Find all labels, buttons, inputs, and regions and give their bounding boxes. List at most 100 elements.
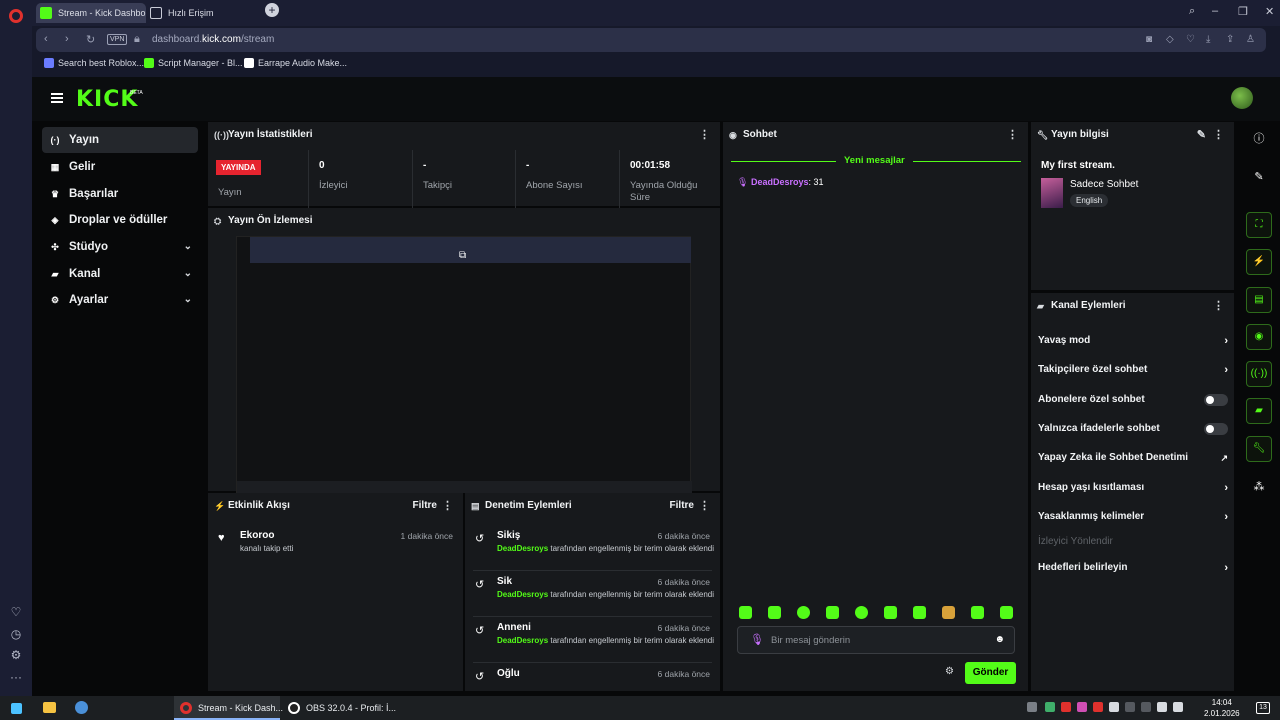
moderation-user[interactable]: DeadDesroys <box>497 590 548 599</box>
category-thumbnail[interactable] <box>1041 178 1063 208</box>
send-button[interactable]: Gönder <box>965 662 1016 684</box>
action-ai-moderation[interactable]: Yapay Zeka ile Sohbet Denetimi ↗ <box>1038 447 1228 469</box>
tab-kick-dashboard[interactable]: Stream - Kick Dashbo <box>36 3 146 23</box>
emote-icon[interactable] <box>797 606 810 619</box>
emote-icon[interactable] <box>942 606 955 619</box>
bookmark-item[interactable]: Search best Roblox... <box>44 58 144 68</box>
new-tab-button[interactable]: + <box>265 3 279 17</box>
heart-icon[interactable]: ♡ <box>9 605 23 619</box>
nav-item-achievements[interactable]: ♛ Başarılar <box>42 181 198 207</box>
settings-icon[interactable]: ⚙ <box>9 648 23 662</box>
edit-icon[interactable]: ✎ <box>1197 122 1206 148</box>
chat-username[interactable]: DeadDesroys <box>751 177 809 187</box>
undo-icon[interactable]: ↺ <box>475 578 484 591</box>
moderation-toggle-button[interactable]: ▤ <box>1246 287 1272 313</box>
emote-icon[interactable] <box>971 606 984 619</box>
more-options-icon[interactable]: ⋮ <box>1213 122 1224 148</box>
emote-icon[interactable] <box>855 606 868 619</box>
tray-icon[interactable] <box>1141 702 1151 712</box>
bookmark-item[interactable]: Earrape Audio Make... <box>244 58 347 68</box>
mic-icon[interactable]: 🎙︎ <box>750 633 764 646</box>
undo-icon[interactable]: ↺ <box>475 670 484 683</box>
tray-icon[interactable] <box>1077 702 1087 712</box>
activity-toggle-button[interactable]: ⚡ <box>1246 249 1272 275</box>
emote-icon[interactable] <box>913 606 926 619</box>
volume-icon[interactable] <box>1173 702 1183 712</box>
more-icon[interactable]: ··· <box>9 670 23 684</box>
chat-settings-icon[interactable]: ⚙ <box>945 666 954 677</box>
minimize-button[interactable]: – <box>1212 5 1218 17</box>
stream-info-toggle-button[interactable]: 🔧︎ <box>1246 436 1272 462</box>
forward-icon[interactable]: › <box>65 33 69 45</box>
more-options-icon[interactable]: ⋮ <box>699 493 710 519</box>
lock-icon[interactable]: 🔒︎ <box>134 33 140 46</box>
pencil-icon[interactable]: ✎ <box>1246 164 1272 190</box>
filter-button[interactable]: Filtre <box>670 493 694 519</box>
taskbar-app-opera[interactable]: Stream - Kick Dash... <box>174 696 283 720</box>
back-icon[interactable]: ‹ <box>44 33 48 45</box>
emote-icon[interactable] <box>1000 606 1013 619</box>
search-icon[interactable]: ⌕ <box>1189 5 1195 18</box>
nav-item-revenue[interactable]: ▦ Gelir <box>42 154 198 180</box>
emote-icon[interactable] <box>826 606 839 619</box>
action-account-age[interactable]: Hesap yaşı kısıtlaması › <box>1038 477 1228 499</box>
tab-quick-access[interactable]: Hızlı Erişim <box>146 3 256 23</box>
preview-toggle-button[interactable]: ⛶ <box>1246 212 1272 238</box>
emote-icon[interactable] <box>739 606 752 619</box>
filter-button[interactable]: Filtre <box>413 493 437 519</box>
share-icon[interactable]: ⇪ <box>1226 34 1234 45</box>
emoji-icon[interactable]: ☻ <box>994 634 1005 645</box>
url-field[interactable]: dashboard.kick.com/stream <box>152 34 274 45</box>
subscribers-only-toggle[interactable] <box>1204 394 1228 406</box>
activity-user[interactable]: Ekoroo <box>240 530 274 541</box>
popout-icon[interactable]: ⧉ <box>459 250 466 261</box>
chat-input[interactable]: 🎙︎ Bir mesaj gönderin ☻ <box>737 626 1015 654</box>
more-options-icon[interactable]: ⋮ <box>1007 122 1018 148</box>
moderation-user[interactable]: DeadDesroys <box>497 636 548 645</box>
bookmark-item[interactable]: Script Manager - Bl... <box>144 58 243 68</box>
shield-icon[interactable]: ◇ <box>1166 34 1174 45</box>
channel-actions-toggle-button[interactable]: ▰ <box>1246 398 1272 424</box>
notification-badge[interactable]: 13 <box>1256 702 1270 714</box>
nav-item-settings[interactable]: ⚙ Ayarlar ⌄ <box>42 287 198 313</box>
nav-item-channel[interactable]: ▰ Kanal ⌄ <box>42 261 198 287</box>
heart-icon[interactable]: ♡ <box>1186 34 1195 45</box>
action-followers-only[interactable]: Takipçilere özel sohbet › <box>1038 359 1228 381</box>
more-options-icon[interactable]: ⋮ <box>1213 293 1224 319</box>
history-icon[interactable]: ◷ <box>9 627 23 641</box>
layout-icon[interactable]: ⁂ <box>1246 474 1272 500</box>
tray-icon[interactable] <box>1027 702 1037 712</box>
more-options-icon[interactable]: ⋮ <box>699 122 710 148</box>
windows-start-icon[interactable] <box>11 703 22 714</box>
more-options-icon[interactable]: ⋮ <box>442 493 453 519</box>
chat-toggle-button[interactable]: ◉ <box>1246 324 1272 350</box>
maximize-button[interactable]: ❐ <box>1238 5 1248 18</box>
network-icon[interactable] <box>1157 702 1167 712</box>
stream-preview-video[interactable]: ⧉ <box>236 236 692 493</box>
emote-icon[interactable] <box>768 606 781 619</box>
tray-icon[interactable] <box>1045 702 1055 712</box>
mic-tray-icon[interactable] <box>1109 702 1119 712</box>
file-explorer-icon[interactable] <box>43 702 56 713</box>
emote-icon[interactable] <box>884 606 897 619</box>
taskbar-app-obs[interactable]: OBS 32.0.4 - Profil: İ... <box>282 696 396 720</box>
action-slow-mode[interactable]: Yavaş mod › <box>1038 330 1228 352</box>
menu-icon[interactable] <box>51 93 63 103</box>
app-icon[interactable] <box>75 701 88 714</box>
emotes-only-toggle[interactable] <box>1204 423 1228 435</box>
info-icon[interactable]: ⓘ <box>1246 126 1272 152</box>
tray-icon[interactable] <box>1093 702 1103 712</box>
category-name[interactable]: Sadece Sohbet <box>1070 179 1138 190</box>
avatar[interactable] <box>1231 87 1253 109</box>
reload-icon[interactable]: ↻ <box>86 33 95 46</box>
taskbar-clock[interactable]: 14:04 2.01.2026 <box>1204 697 1240 719</box>
action-set-goals[interactable]: Hedefleri belirleyin › <box>1038 557 1228 579</box>
opera-logo-icon[interactable] <box>9 9 23 23</box>
vpn-badge[interactable]: VPN <box>107 34 128 45</box>
undo-icon[interactable]: ↺ <box>475 532 484 545</box>
nav-item-studio[interactable]: ✣ Stüdyo ⌄ <box>42 234 198 260</box>
tray-icon[interactable] <box>1061 702 1071 712</box>
undo-icon[interactable]: ↺ <box>475 624 484 637</box>
close-button[interactable]: ✕ <box>1265 5 1274 18</box>
broadcast-toggle-button[interactable]: ((·)) <box>1246 361 1272 387</box>
